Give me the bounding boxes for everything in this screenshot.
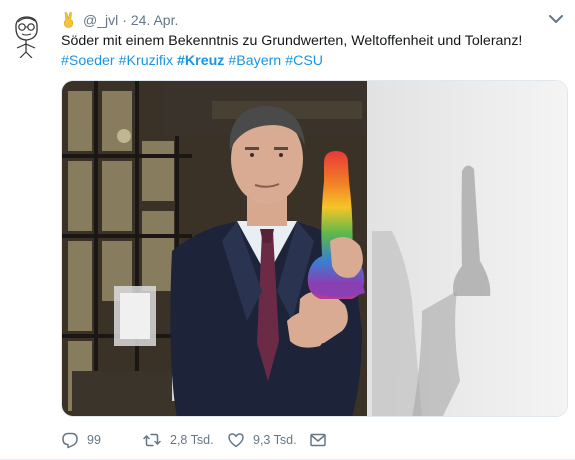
hashtag-link[interactable]: #Kreuz xyxy=(177,53,224,69)
tweet-photo[interactable] xyxy=(61,80,568,417)
retweet-button[interactable]: 2,8 Tsd. xyxy=(142,431,227,449)
reply-button[interactable]: 99 xyxy=(61,431,142,449)
hashtag-link[interactable]: #Soeder xyxy=(61,53,115,69)
tweet-actions: 99 2,8 Tsd. 9,3 Tsd. xyxy=(61,430,327,450)
tweet-header: @_jvl · 24. Apr. xyxy=(60,11,178,29)
hashtag-link[interactable]: #CSU xyxy=(285,53,323,69)
more-options-button[interactable] xyxy=(547,12,565,26)
like-button[interactable]: 9,3 Tsd. xyxy=(227,431,309,449)
reply-icon xyxy=(62,432,78,449)
like-count: 9,3 Tsd. xyxy=(253,433,297,447)
hashtag-link[interactable]: #Bayern xyxy=(228,53,281,69)
chevron-down-icon xyxy=(549,15,563,23)
heart-icon xyxy=(228,433,244,448)
reply-count: 99 xyxy=(87,433,101,447)
separator-dot: · xyxy=(122,12,127,28)
avatar[interactable] xyxy=(9,14,43,59)
tweet-date[interactable]: 24. Apr. xyxy=(131,11,178,29)
hashtag-link[interactable]: #Kruzifix xyxy=(119,53,173,69)
user-handle[interactable]: @_jvl xyxy=(83,11,118,29)
tweet-text: Söder mit einem Bekenntnis zu Grundwerte… xyxy=(61,33,523,49)
hashtag-list: #Soeder #Kruzifix #Kreuz #Bayern #CSU xyxy=(61,52,323,71)
tweet-card[interactable]: @_jvl · 24. Apr. Söder mit einem Bekennt… xyxy=(0,0,575,460)
photo-image xyxy=(62,81,567,416)
retweet-count: 2,8 Tsd. xyxy=(170,433,214,447)
victory-hand-emoji-icon xyxy=(60,11,78,29)
sketch-face-avatar-icon xyxy=(15,16,38,59)
direct-message-button[interactable] xyxy=(309,431,327,449)
retweet-icon xyxy=(143,433,161,447)
envelope-icon xyxy=(310,433,326,447)
